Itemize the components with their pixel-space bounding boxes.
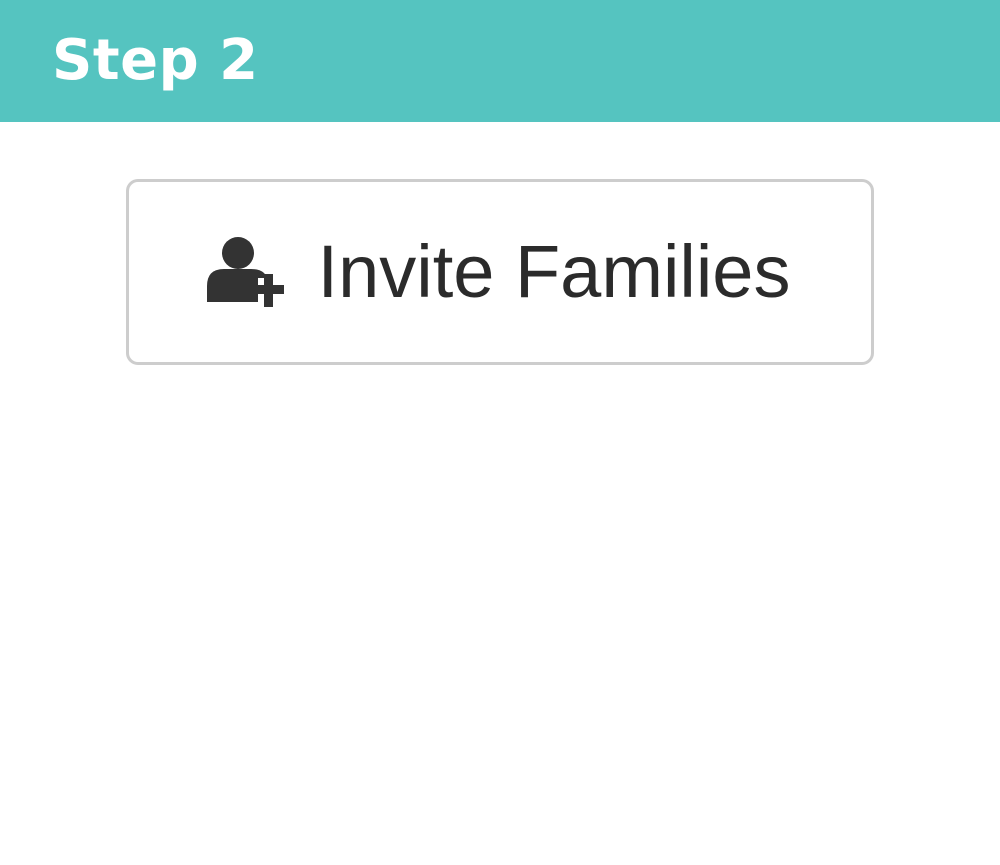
step-title: Step 2 [52,28,259,93]
invite-families-button-content: Invite Families [204,227,791,317]
invite-families-button[interactable]: Invite Families [126,179,874,365]
invite-families-label: Invite Families [317,230,791,313]
user-plus-icon [206,237,286,307]
step-header: Step 2 [0,0,1000,122]
